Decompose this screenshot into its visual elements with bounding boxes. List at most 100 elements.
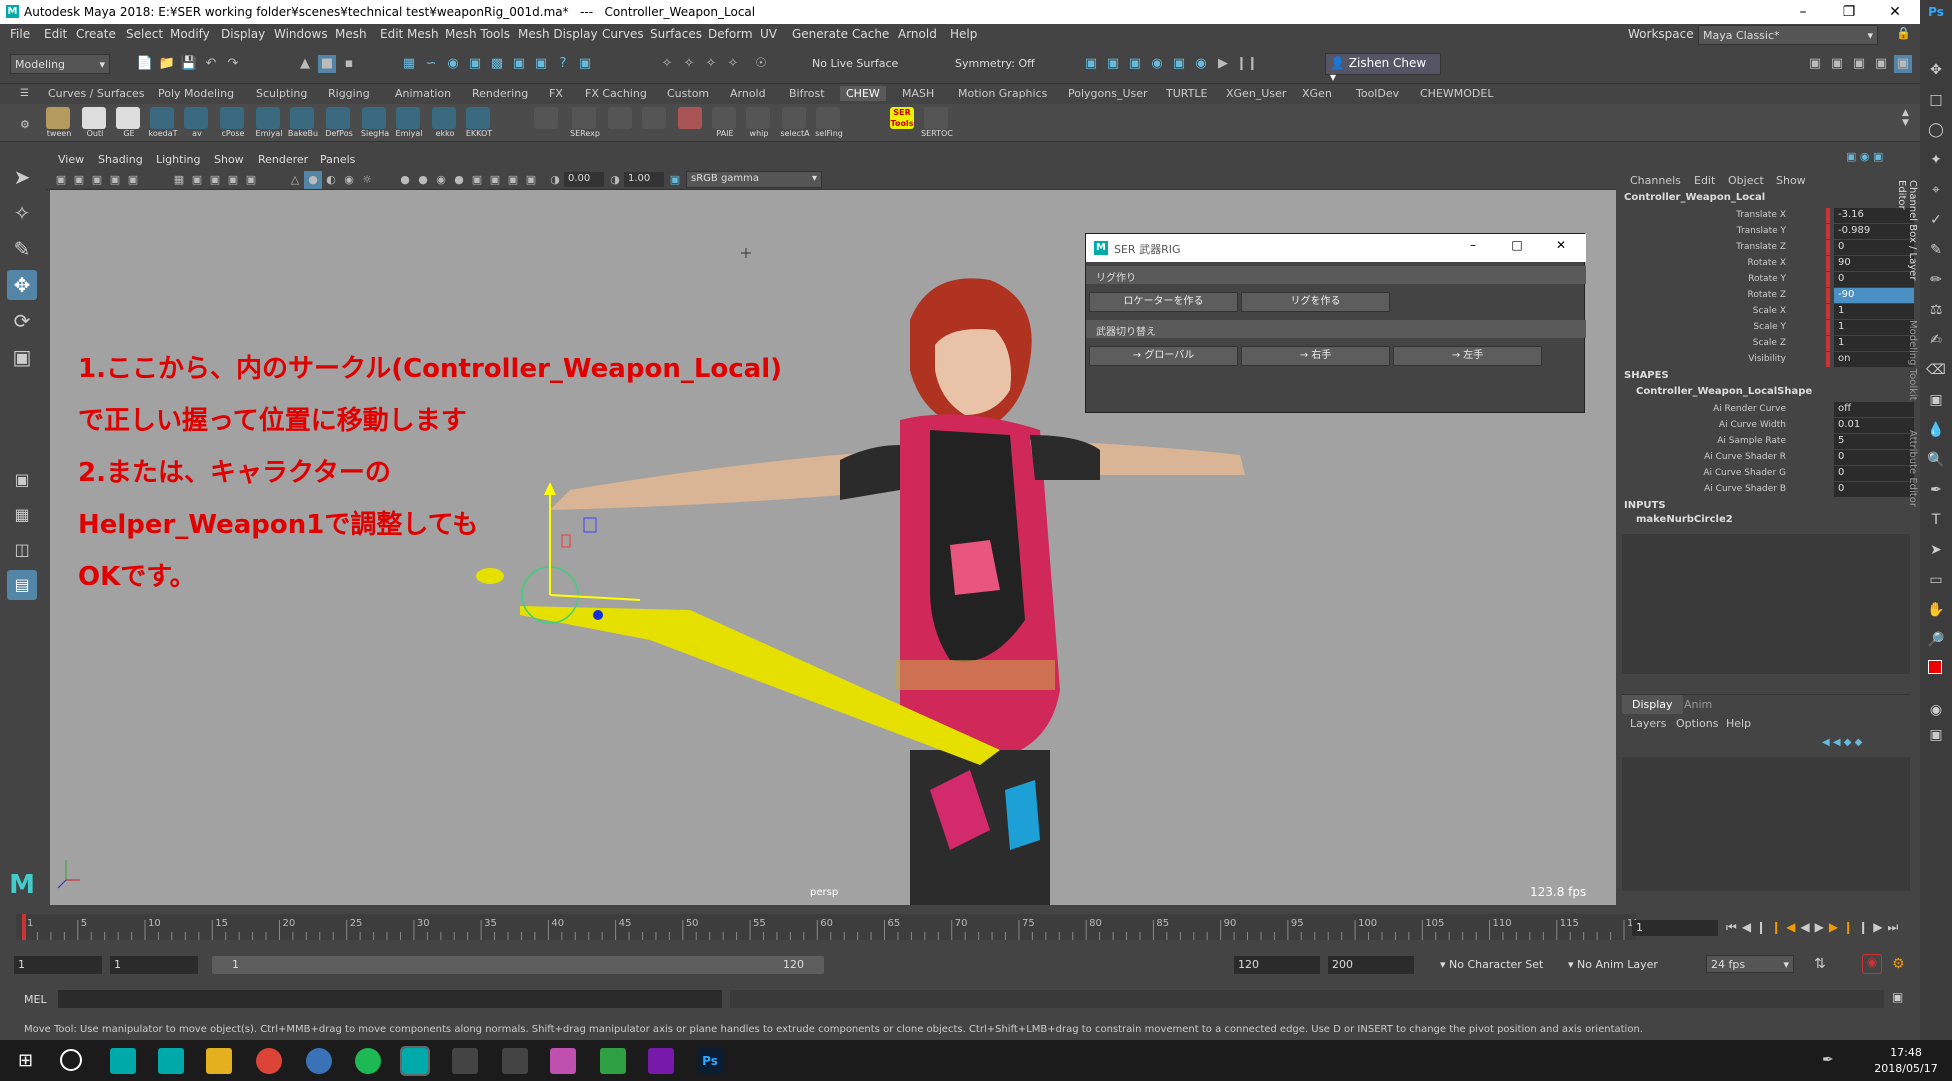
shelf-tab-polygons-user[interactable]: Polygons_User xyxy=(1062,86,1154,101)
anim-prefs-icon[interactable]: ⚙ xyxy=(1892,956,1905,972)
shadows-icon[interactable]: ● xyxy=(396,171,414,189)
thunderbird-icon[interactable] xyxy=(306,1048,332,1074)
calculator-icon[interactable] xyxy=(502,1048,528,1074)
play-backward-icon[interactable]: ◀ xyxy=(1800,920,1814,934)
menu-deform[interactable]: Deform xyxy=(708,27,753,41)
select-tool-icon[interactable]: ➤ xyxy=(7,162,37,192)
snap-live-icon[interactable]: ▣ xyxy=(510,55,528,73)
side-tab-attribute-editor[interactable]: Attribute Editor xyxy=(1904,430,1918,520)
unity-icon[interactable] xyxy=(452,1048,478,1074)
switch-global-button[interactable]: → グローバル xyxy=(1089,346,1238,366)
menu-generate[interactable]: Generate xyxy=(792,27,848,41)
eyedropper-icon[interactable]: ✓ xyxy=(1926,210,1946,230)
time-slider[interactable]: 1 5 10 15 20 25 30 35 40 45 50 55 60 65 70 75 80 85 90 95 10… xyxy=(0,910,1920,942)
field-chart-icon[interactable]: ▣ xyxy=(242,171,260,189)
undo-icon[interactable]: ↶ xyxy=(202,55,220,73)
shelf-tab-turtle[interactable]: TURTLE xyxy=(1160,86,1213,101)
grid-toggle-icon[interactable]: ▦ xyxy=(170,171,188,189)
heal-icon[interactable]: ✎ xyxy=(1926,240,1946,260)
photoshop-taskbar-icon[interactable]: Ps xyxy=(697,1048,723,1074)
menu-create[interactable]: Create xyxy=(76,27,116,41)
maya-active-taskbar-icon[interactable] xyxy=(400,1046,430,1076)
current-time-marker[interactable] xyxy=(22,914,26,940)
crop-icon[interactable]: ⌖ xyxy=(1926,180,1946,200)
redo-icon[interactable]: ↷ xyxy=(224,55,242,73)
manipulator-z-handle[interactable] xyxy=(593,610,603,620)
shelf-item[interactable]: ekko xyxy=(428,106,460,140)
wand-icon[interactable]: ✦ xyxy=(1926,150,1946,170)
input-ops-icon[interactable]: ? xyxy=(554,55,572,73)
ser-tools-button[interactable]: SER Tools xyxy=(886,106,918,140)
onenote-icon[interactable] xyxy=(648,1048,674,1074)
snap-grid-icon[interactable]: ▦ xyxy=(400,55,418,73)
shape-channel-row[interactable]: Ai Curve Shader B0 xyxy=(1616,482,1916,498)
layer-tab-anim[interactable]: Anim xyxy=(1684,698,1712,711)
shelf-item[interactable] xyxy=(638,106,670,140)
menu-help[interactable]: Help xyxy=(950,27,977,41)
maya-taskbar-icon[interactable] xyxy=(110,1048,136,1074)
vp-menu-view[interactable]: View xyxy=(58,153,84,166)
menu-edit[interactable]: Edit xyxy=(44,27,67,41)
attribute-editor-icon[interactable]: ▣ xyxy=(1828,55,1846,73)
shelf-item[interactable]: EKKOT xyxy=(462,106,494,140)
character-set-dropdown[interactable]: ▾ No Character Set xyxy=(1436,956,1552,974)
dodge-icon[interactable]: 🔍 xyxy=(1926,450,1946,470)
quick-mask-icon[interactable]: ◉ xyxy=(1926,700,1946,720)
play-icon[interactable]: ▶ xyxy=(1214,55,1232,73)
shelf-tab-fx-caching[interactable]: FX Caching xyxy=(579,86,653,101)
search-icon[interactable] xyxy=(60,1049,82,1071)
cb-menu-channels[interactable]: Channels xyxy=(1630,174,1681,187)
step-forward-key-icon[interactable]: ▶❙ xyxy=(1829,920,1858,934)
minimize-button[interactable]: – xyxy=(1780,0,1826,24)
layer-buttons-icons[interactable]: ◀ ◀ ◆ ◆ xyxy=(1822,737,1862,748)
wireframe-icon[interactable]: △ xyxy=(286,171,304,189)
construction-history-icon[interactable]: ✧ xyxy=(658,55,676,73)
channel-row[interactable]: Translate Z0 xyxy=(1616,240,1916,256)
channel-row[interactable]: Scale Z1 xyxy=(1616,336,1916,352)
type-icon[interactable]: T xyxy=(1926,510,1946,530)
menu-surfaces[interactable]: Surfaces xyxy=(650,27,702,41)
shelf-item[interactable]: PAIE xyxy=(708,106,740,140)
clock-date[interactable]: 2018/05/17 xyxy=(1866,1062,1946,1075)
shelf-tab-rendering[interactable]: Rendering xyxy=(466,86,534,101)
camera-select-icon[interactable]: ▣ xyxy=(52,171,70,189)
save-scene-icon[interactable]: 💾 xyxy=(180,55,198,73)
shelf-item[interactable]: Outl xyxy=(78,106,110,140)
resolution-gate-icon[interactable]: ▣ xyxy=(206,171,224,189)
shelf-item[interactable]: koedaT xyxy=(146,106,178,140)
live-surface-label[interactable]: No Live Surface xyxy=(812,57,898,70)
shelf-tab-curves-surfaces[interactable]: Curves / Surfaces xyxy=(42,86,151,101)
shelf-scroll-icon[interactable]: ▲ ▼ xyxy=(1902,108,1909,128)
lasso-select-icon[interactable]: ✧ xyxy=(680,55,698,73)
spotify-icon[interactable] xyxy=(355,1048,381,1074)
paint-select-icon[interactable]: ✧ xyxy=(702,55,720,73)
layer-menu-options[interactable]: Options xyxy=(1676,717,1718,730)
gamma-icon[interactable]: ◑ xyxy=(606,171,624,189)
new-scene-icon[interactable]: 📄 xyxy=(136,55,154,73)
menu-edit-mesh[interactable]: Edit Mesh xyxy=(380,27,439,41)
shelf-item[interactable]: Emiyal xyxy=(392,106,424,140)
shelf-tab-animation[interactable]: Animation xyxy=(389,86,457,101)
shape-icon[interactable]: ▭ xyxy=(1926,570,1946,590)
exposure-icon[interactable]: ◑ xyxy=(546,171,564,189)
path-select-icon[interactable]: ➤ xyxy=(1926,540,1946,560)
shelf-tab-custom[interactable]: Custom xyxy=(661,86,715,101)
shelf-item[interactable]: DefPos xyxy=(322,106,354,140)
layer-editor-icon[interactable]: ▣ xyxy=(1894,55,1912,73)
vp-menu-renderer[interactable]: Renderer xyxy=(258,153,308,166)
shelf-tab-bifrost[interactable]: Bifrost xyxy=(783,86,831,101)
dialog-close-button[interactable]: ✕ xyxy=(1546,238,1576,258)
lasso-tool-icon[interactable]: ✧ xyxy=(7,198,37,228)
step-back-key-icon[interactable]: ❙◀ xyxy=(1771,920,1800,934)
range-bar[interactable]: 1 120 xyxy=(212,956,824,974)
section-weapon-switch[interactable]: 武器切り替え xyxy=(1086,320,1586,338)
playback-end-field[interactable]: 120 xyxy=(1234,956,1320,974)
layer-tab-display[interactable]: Display xyxy=(1622,695,1683,714)
switch-left-hand-button[interactable]: → 左手 xyxy=(1393,346,1542,366)
select-hierarchy-icon[interactable]: ▲ xyxy=(296,55,314,73)
shelf-item[interactable]: tween xyxy=(42,106,74,140)
render-icon[interactable]: ▣ xyxy=(1082,55,1100,73)
paint-select-tool-icon[interactable]: ✎ xyxy=(7,234,37,264)
menu-mesh-tools[interactable]: Mesh Tools xyxy=(445,27,510,41)
shelf-item[interactable]: av xyxy=(180,106,212,140)
